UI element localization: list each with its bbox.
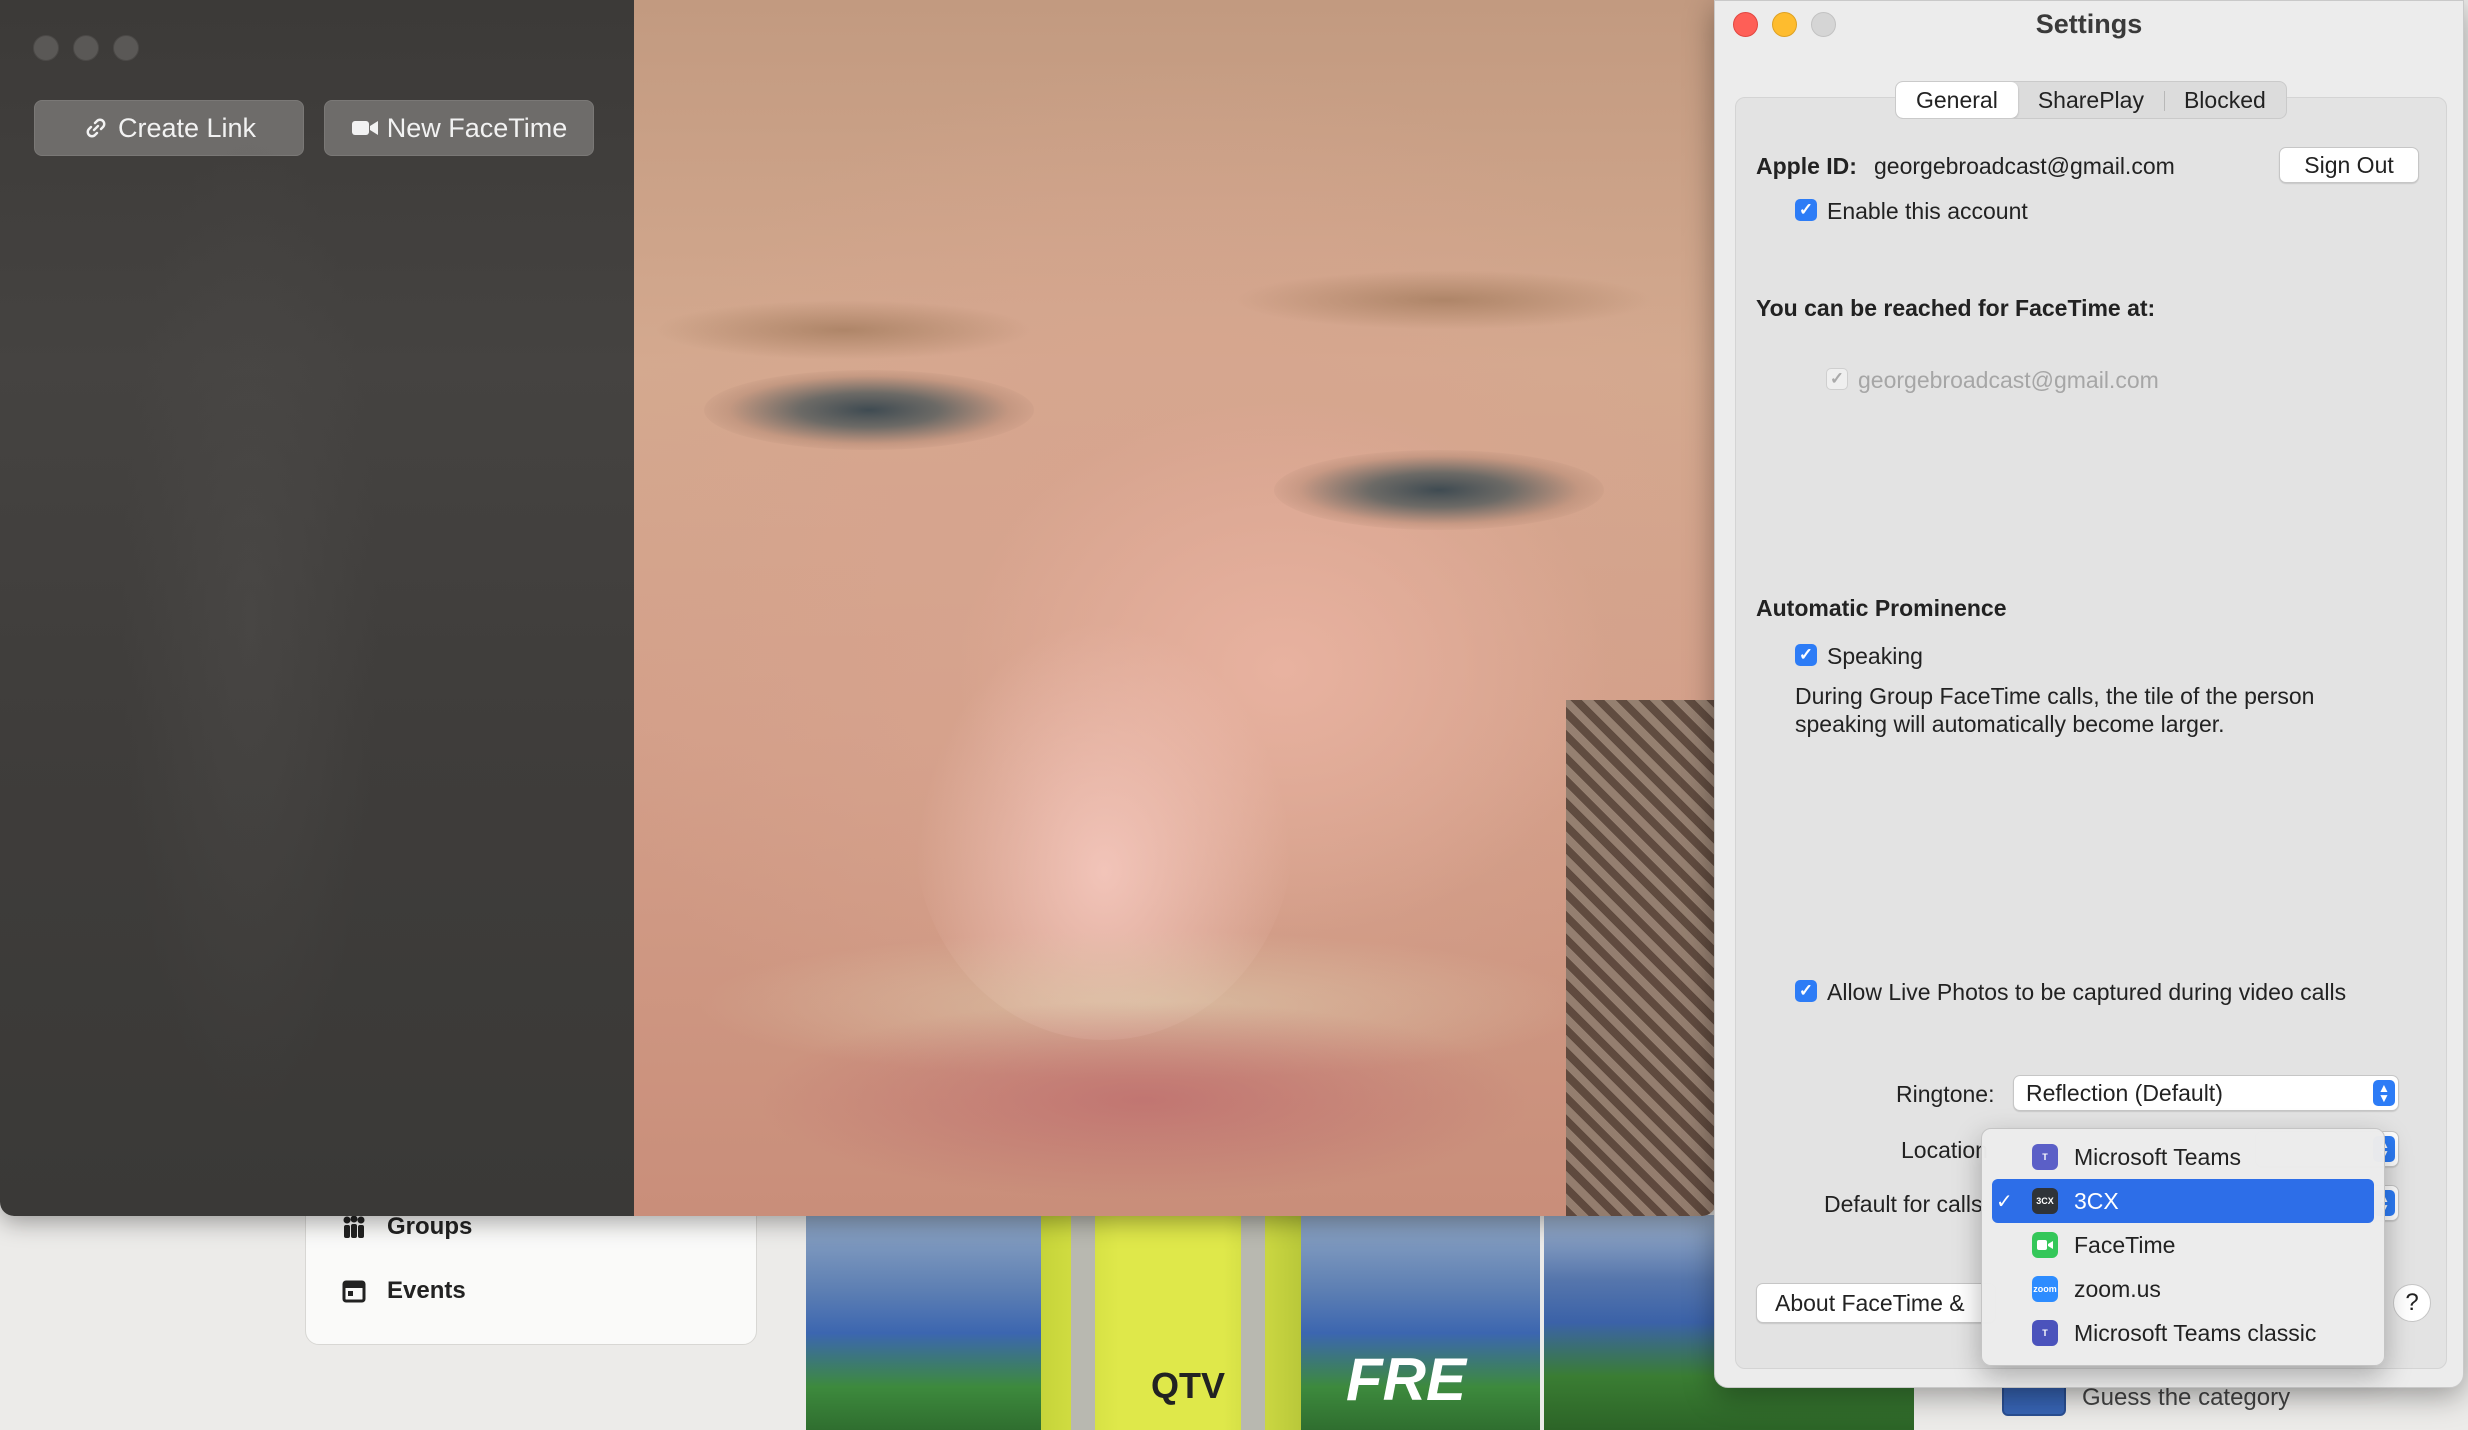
- guess-category-label: Guess the category: [2082, 1384, 2291, 1411]
- menu-item-facetime[interactable]: FaceTime: [1992, 1223, 2374, 1267]
- reached-heading: You can be reached for FaceTime at:: [1756, 295, 2156, 321]
- facetime-window: Create Link New FaceTime: [0, 0, 1716, 1216]
- menu-item-label: 3CX: [2074, 1187, 2119, 1214]
- new-facetime-label: New FaceTime: [386, 112, 568, 143]
- teams-icon: T: [2032, 1144, 2058, 1170]
- teams-classic-icon: T: [2032, 1320, 2058, 1346]
- zoom-icon: zoom: [2032, 1276, 2058, 1302]
- chevron-updown-icon: ▲▼: [2373, 1080, 2395, 1106]
- menu-item-microsoft-teams[interactable]: T Microsoft Teams: [1992, 1135, 2374, 1179]
- live-photos-label: Allow Live Photos to be captured during …: [1827, 979, 2347, 1005]
- jacket-pattern: [1566, 700, 1716, 1216]
- groups-icon: [341, 1214, 367, 1240]
- ringtone-popup[interactable]: Reflection (Default) ▲ ▼: [2013, 1075, 2399, 1111]
- photo-thumbnail-stadium-selfie[interactable]: QTV FRE: [806, 1215, 1540, 1430]
- help-button[interactable]: ?: [2393, 1284, 2431, 1322]
- speaking-description-line-2: speaking will automatically become large…: [1795, 711, 2225, 737]
- menu-item-zoom[interactable]: zoom zoom.us: [1992, 1267, 2374, 1311]
- create-link-label: Create Link: [117, 112, 257, 143]
- face-brow-left: [654, 300, 1034, 360]
- banner-text: FRE: [1346, 1346, 1466, 1413]
- link-icon: [82, 114, 110, 142]
- calendar-icon: [341, 1278, 367, 1304]
- default-calls-menu: T Microsoft Teams ✓ 3CX 3CX FaceTime zoo…: [1981, 1128, 2385, 1366]
- default-calls-label: Default for calls: [1824, 1191, 1983, 1217]
- video-camera-icon: [351, 114, 379, 142]
- window-title: Settings: [2035, 9, 2143, 39]
- camera-preview: [634, 0, 1716, 1216]
- sign-out-button[interactable]: Sign Out: [2279, 147, 2419, 183]
- create-link-button[interactable]: Create Link: [34, 100, 304, 156]
- menu-item-label: zoom.us: [2074, 1275, 2161, 1302]
- face-brow-right: [1234, 270, 1654, 330]
- face-eye-right: [1274, 450, 1604, 530]
- window-controls: [33, 35, 139, 61]
- menu-item-microsoft-teams-classic[interactable]: T Microsoft Teams classic: [1992, 1311, 2374, 1355]
- ringtone-value: Reflection (Default): [2026, 1079, 2223, 1106]
- enable-account-checkbox[interactable]: ✓: [1795, 199, 1817, 221]
- menu-item-label: Microsoft Teams: [2074, 1143, 2242, 1170]
- tab-general[interactable]: General: [1896, 82, 2018, 118]
- face-mouth: [754, 1000, 1534, 1200]
- apple-id-label: Apple ID:: [1756, 153, 1857, 179]
- speaking-checkbox[interactable]: ✓: [1795, 644, 1817, 666]
- facetime-icon: [2032, 1232, 2058, 1258]
- sidebar-item-groups[interactable]: Groups: [341, 1213, 472, 1241]
- menu-item-label: FaceTime: [2074, 1231, 2176, 1258]
- prominence-heading: Automatic Prominence: [1756, 595, 2007, 621]
- enable-account-label: Enable this account: [1827, 198, 2028, 224]
- vest-text: QTV: [1151, 1365, 1226, 1406]
- sidebar-item-label: Groups: [387, 1213, 473, 1240]
- face-eye-left: [704, 370, 1034, 450]
- 3cx-icon: 3CX: [2032, 1188, 2058, 1214]
- speaking-description-line-1: During Group FaceTime calls, the tile of…: [1795, 683, 2315, 709]
- live-photos-checkbox[interactable]: ✓: [1795, 980, 1817, 1002]
- location-label: Location: [1901, 1137, 1988, 1163]
- reached-address: georgebroadcast@gmail.com: [1858, 367, 2159, 393]
- facetime-sidebar: Create Link New FaceTime: [0, 0, 634, 1216]
- reached-address-checkbox: ✓: [1826, 368, 1848, 390]
- minimize-button[interactable]: [73, 35, 99, 61]
- ringtone-label: Ringtone:: [1896, 1081, 1995, 1107]
- zoom-button[interactable]: [113, 35, 139, 61]
- settings-tab-bar: General SharePlay Blocked: [1895, 81, 2287, 119]
- new-facetime-button[interactable]: New FaceTime: [324, 100, 594, 156]
- sidebar-item-events[interactable]: Events: [341, 1277, 466, 1305]
- menu-item-label: Microsoft Teams classic: [2074, 1319, 2317, 1346]
- checkmark-icon: ✓: [1996, 1190, 2013, 1213]
- speaking-label: Speaking: [1827, 643, 1923, 669]
- tab-shareplay[interactable]: SharePlay: [2018, 82, 2164, 118]
- sidebar-item-label: Events: [387, 1277, 466, 1304]
- apple-id-value: georgebroadcast@gmail.com: [1874, 153, 2175, 179]
- about-facetime-button[interactable]: About FaceTime &: [1756, 1283, 1996, 1323]
- menu-item-3cx[interactable]: ✓ 3CX 3CX: [1992, 1179, 2374, 1223]
- tab-blocked[interactable]: Blocked: [2163, 82, 2286, 118]
- close-button[interactable]: [33, 35, 59, 61]
